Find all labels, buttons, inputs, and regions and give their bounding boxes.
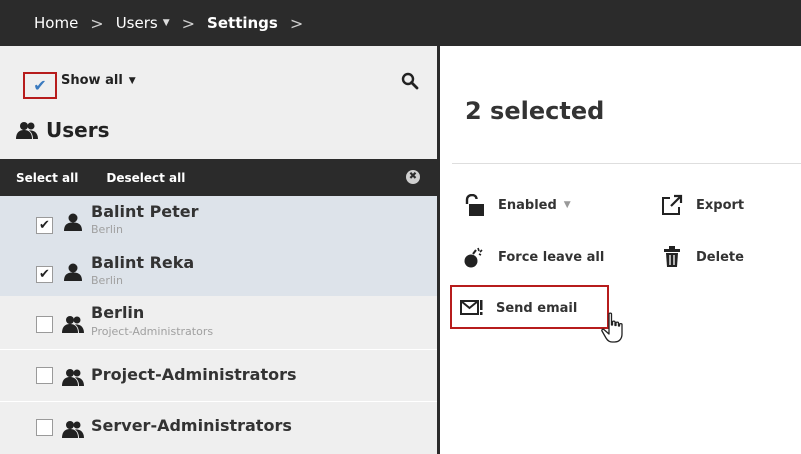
users-icon (62, 316, 84, 333)
chevron-down-icon[interactable]: ▼ (163, 18, 170, 28)
row-title: Project-Administrators (91, 365, 297, 384)
row-subtitle: Berlin (91, 274, 123, 287)
chevron-down-icon: ▼ (563, 200, 571, 210)
panel-divider (437, 46, 440, 454)
unlock-icon (462, 194, 486, 216)
row-title: Server-Administrators (91, 416, 292, 435)
delete-button[interactable]: Delete (660, 246, 744, 268)
clear-icon[interactable]: ✖ (406, 170, 420, 184)
user-icon (64, 213, 82, 231)
show-all-checkbox[interactable]: ✔ (23, 72, 57, 99)
show-all-dropdown[interactable]: Show all ▼ (61, 73, 136, 88)
checkmark-icon: ✔ (33, 76, 47, 95)
send-email-label: Send email (496, 300, 578, 316)
send-email-button[interactable]: Send email (460, 297, 577, 319)
breadcrumb-settings[interactable]: Settings (207, 14, 278, 32)
select-all-button[interactable]: Select all (16, 171, 78, 185)
row-checkbox[interactable]: ✔ (36, 266, 53, 283)
filter-row: ✔ Show all ▼ (0, 46, 437, 109)
breadcrumb-users-label: Users (115, 14, 158, 32)
row-checkbox[interactable] (36, 367, 53, 384)
search-icon[interactable] (401, 72, 419, 90)
list-item[interactable]: Project-Administrators (0, 350, 437, 402)
row-checkbox[interactable] (36, 419, 53, 436)
force-leave-icon (462, 246, 486, 268)
export-label: Export (696, 197, 745, 213)
row-title: Balint Reka (91, 253, 195, 272)
breadcrumb-home[interactable]: Home (34, 14, 78, 32)
enabled-dropdown[interactable]: Enabled ▼ (462, 194, 571, 216)
deselect-all-button[interactable]: Deselect all (106, 171, 185, 185)
list-item[interactable]: ✔ Balint Peter Berlin (0, 196, 437, 243)
enabled-label: Enabled (498, 197, 557, 213)
delete-label: Delete (696, 249, 744, 265)
breadcrumb-users[interactable]: Users ▼ (116, 14, 170, 32)
chevron-down-icon: ▼ (128, 75, 136, 86)
users-icon (62, 421, 84, 438)
export-button[interactable]: Export (660, 194, 744, 216)
row-checkbox[interactable] (36, 316, 53, 333)
row-title: Balint Peter (91, 202, 199, 221)
row-subtitle: Project-Administrators (91, 325, 214, 338)
panel-divider-line (452, 163, 801, 164)
breadcrumb-separator: > (289, 13, 304, 33)
list-item[interactable]: Berlin Project-Administrators (0, 296, 437, 350)
show-all-label: Show all (61, 73, 123, 88)
selection-bar: Select all Deselect all ✖ (0, 159, 437, 196)
export-icon (660, 194, 684, 216)
users-icon (16, 122, 38, 139)
user-list-panel: ✔ Show all ▼ Users Select all Deselect a… (0, 46, 437, 454)
user-icon (64, 263, 82, 281)
trash-icon (660, 246, 684, 268)
email-icon (460, 297, 484, 319)
list-heading: Users (16, 118, 109, 142)
list-item[interactable]: ✔ Balint Reka Berlin (0, 243, 437, 296)
list-heading-label: Users (46, 118, 110, 142)
row-checkbox[interactable]: ✔ (36, 217, 53, 234)
selection-count-title: 2 selected (465, 97, 605, 125)
list-item[interactable]: Server-Administrators (0, 402, 437, 454)
hand-cursor-icon (601, 312, 623, 343)
users-icon (62, 369, 84, 386)
breadcrumb-separator: > (90, 13, 104, 33)
breadcrumb-separator: > (181, 13, 196, 33)
row-subtitle: Berlin (91, 223, 123, 236)
force-leave-all-button[interactable]: Force leave all (462, 246, 604, 268)
breadcrumb: Home > Users ▼ > Settings > (0, 0, 801, 46)
force-leave-all-label: Force leave all (498, 249, 605, 265)
row-title: Berlin (91, 303, 145, 322)
